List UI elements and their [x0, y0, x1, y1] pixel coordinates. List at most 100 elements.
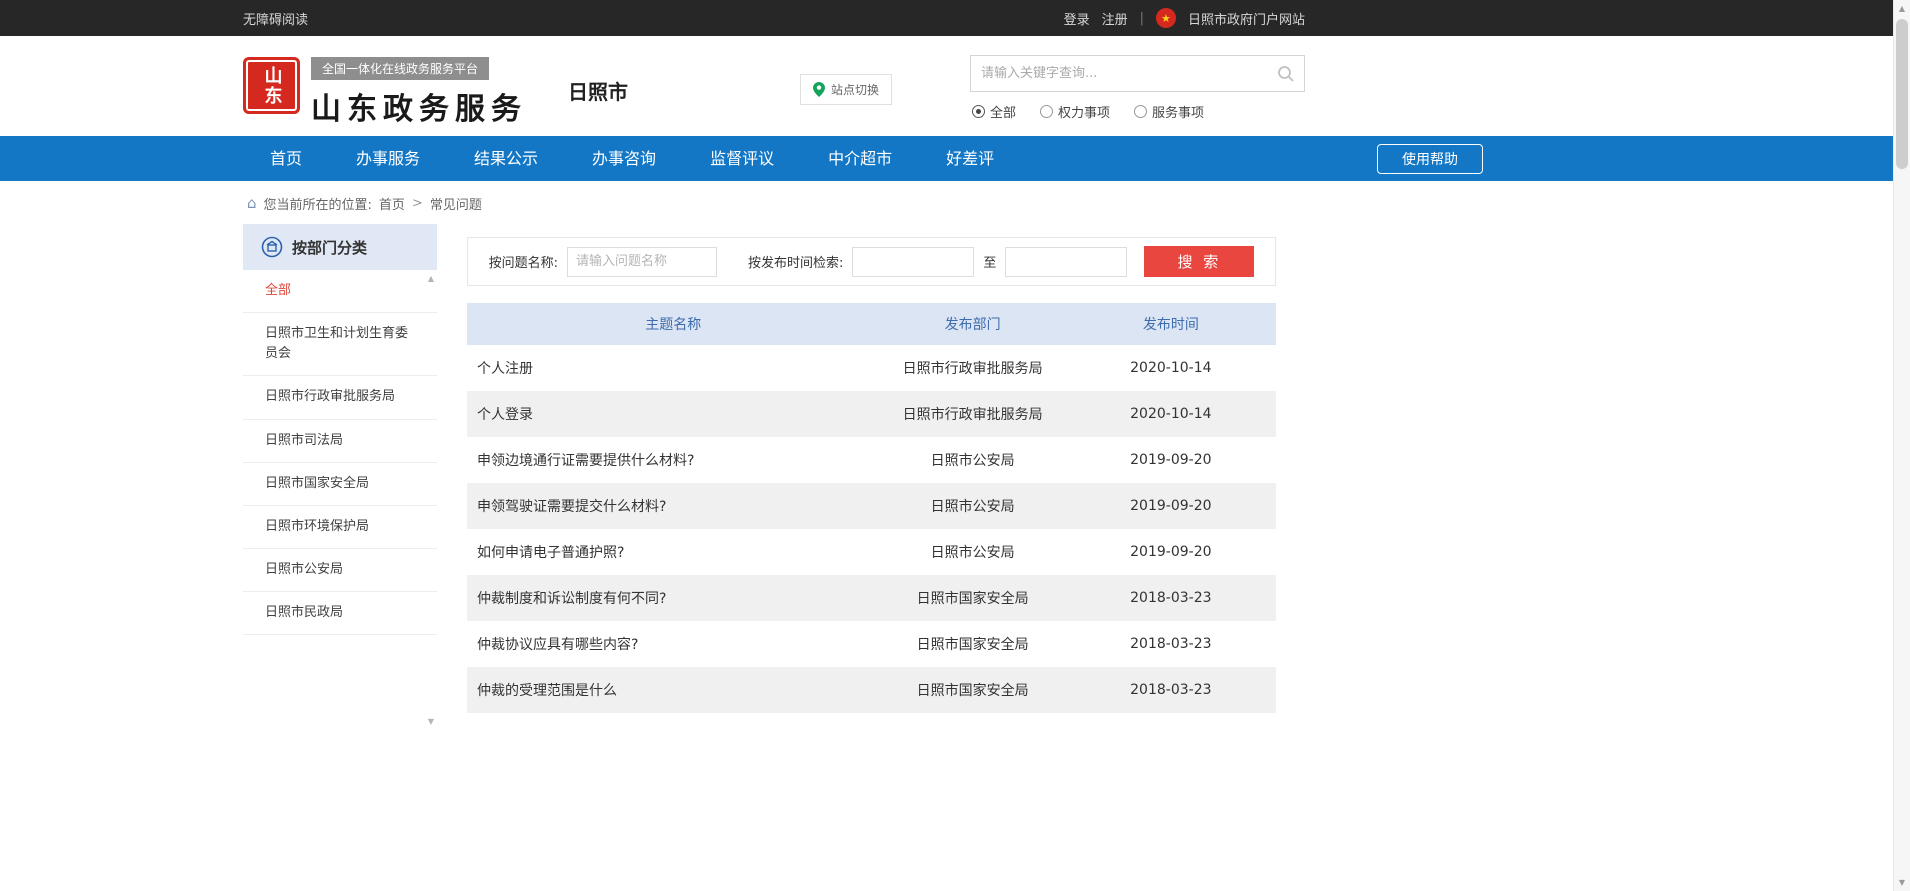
site-switch-button[interactable]: 站点切换 [800, 74, 892, 105]
department-sidebar: 按部门分类 全部日照市卫生和计划生育委员会日照市行政审批服务局日照市司法局日照市… [243, 224, 437, 730]
sidebar-scrollbar[interactable]: ▲ ▼ [425, 270, 437, 730]
faq-content: 按问题名称: 按发布时间检索: 至 搜 索 主题名称发布部门发布时间 个人注册日… [467, 224, 1276, 713]
cell-date: 2019-09-20 [1066, 483, 1276, 529]
sidebar-item[interactable]: 日照市环境保护局 [243, 506, 437, 549]
radio-dot-icon[interactable] [1040, 105, 1053, 118]
breadcrumb-separator: > [412, 196, 423, 211]
cell-title[interactable]: 如何申请电子普通护照? [467, 529, 880, 575]
cell-title[interactable]: 仲裁协议应具有哪些内容? [467, 621, 880, 667]
sidebar-title: 按部门分类 [292, 237, 367, 258]
cell-date: 2020-10-14 [1066, 391, 1276, 437]
radio-label: 服务事项 [1152, 102, 1204, 121]
cell-date: 2019-09-20 [1066, 529, 1276, 575]
brand-logo[interactable]: 山东 全国一体化在线政务服务平台 山东政务服务 [243, 57, 527, 128]
help-button[interactable]: 使用帮助 [1377, 144, 1483, 174]
date-from-input[interactable] [852, 247, 974, 277]
sidebar-scroll-down-icon[interactable]: ▼ [425, 717, 437, 726]
radio-dot-icon[interactable] [972, 105, 985, 118]
table-row[interactable]: 如何申请电子普通护照?日照市公安局2019-09-20 [467, 529, 1276, 575]
breadcrumb-current: 常见问题 [430, 194, 482, 213]
faq-table: 主题名称发布部门发布时间 个人注册日照市行政审批服务局2020-10-14个人登… [467, 303, 1276, 713]
seal-text: 山东 [259, 66, 285, 106]
cell-title[interactable]: 仲裁的受理范围是什么 [467, 667, 880, 713]
sidebar-item[interactable]: 日照市国家安全局 [243, 463, 437, 506]
breadcrumb: ⌂ 您当前所在的位置: 首页 > 常见问题 [243, 181, 1276, 224]
cell-title[interactable]: 个人注册 [467, 345, 880, 391]
nav-item[interactable]: 监督评议 [683, 136, 801, 181]
cell-dept: 日照市行政审批服务局 [880, 391, 1066, 437]
topbar-inner: 无障碍阅读 登录 注册 | ★ 日照市政府门户网站 [243, 0, 1305, 36]
date-to-label: 至 [983, 252, 996, 271]
cell-dept: 日照市国家安全局 [880, 621, 1066, 667]
table-row[interactable]: 仲裁的受理范围是什么日照市国家安全局2018-03-23 [467, 667, 1276, 713]
home-icon: ⌂ [247, 196, 257, 211]
table-row[interactable]: 个人注册日照市行政审批服务局2020-10-14 [467, 345, 1276, 391]
nav-item[interactable]: 办事服务 [329, 136, 447, 181]
sidebar-item[interactable]: 全部 [243, 270, 437, 313]
cell-title[interactable]: 申领驾驶证需要提交什么材料? [467, 483, 880, 529]
shandong-seal-logo-icon: 山东 [243, 57, 300, 114]
browser-scrollbar[interactable]: ▲ ▼ [1893, 0, 1910, 891]
question-name-input[interactable] [567, 247, 717, 277]
nav-menu: 首页办事服务结果公示办事咨询监督评议中介超市好差评 [243, 136, 1021, 181]
radio-dot-icon[interactable] [1134, 105, 1147, 118]
accessibility-link[interactable]: 无障碍阅读 [243, 9, 308, 28]
sidebar-scroll-up-icon[interactable]: ▲ [425, 274, 437, 283]
cell-title[interactable]: 仲裁制度和诉讼制度有何不同? [467, 575, 880, 621]
search-scope-radio[interactable]: 权力事项 [1040, 102, 1110, 121]
department-icon [261, 236, 283, 258]
table-row[interactable]: 仲裁协议应具有哪些内容?日照市国家安全局2018-03-23 [467, 621, 1276, 667]
scrollbar-down-icon[interactable]: ▼ [1894, 874, 1910, 891]
cell-title[interactable]: 个人登录 [467, 391, 880, 437]
brand-name: 山东政务服务 [311, 84, 527, 128]
main-content: 按部门分类 全部日照市卫生和计划生育委员会日照市行政审批服务局日照市司法局日照市… [243, 224, 1276, 730]
breadcrumb-home-link[interactable]: 首页 [379, 194, 405, 213]
site-switch-label: 站点切换 [831, 81, 879, 98]
keyword-search-input[interactable] [971, 66, 1268, 81]
cell-date: 2018-03-23 [1066, 667, 1276, 713]
sidebar-item[interactable]: 日照市行政审批服务局 [243, 376, 437, 419]
sidebar-item[interactable]: 日照市公安局 [243, 549, 437, 592]
location-pin-icon [813, 82, 825, 97]
portal-site-link[interactable]: 日照市政府门户网站 [1188, 9, 1305, 28]
table-row[interactable]: 申领边境通行证需要提供什么材料?日照市公安局2019-09-20 [467, 437, 1276, 483]
table-header-cell: 主题名称 [467, 303, 880, 345]
login-link[interactable]: 登录 [1064, 9, 1090, 28]
table-header-cell: 发布时间 [1066, 303, 1276, 345]
sidebar-list: 全部日照市卫生和计划生育委员会日照市行政审批服务局日照市司法局日照市国家安全局日… [243, 270, 437, 635]
cell-dept: 日照市国家安全局 [880, 667, 1066, 713]
cell-title[interactable]: 申领边境通行证需要提供什么材料? [467, 437, 880, 483]
sidebar-item[interactable]: 日照市民政局 [243, 592, 437, 635]
sidebar-item[interactable]: 日照市司法局 [243, 420, 437, 463]
date-range-label: 按发布时间检索: [748, 252, 843, 271]
scrollbar-thumb[interactable] [1896, 19, 1908, 169]
table-header-cell: 发布部门 [880, 303, 1066, 345]
cell-date: 2018-03-23 [1066, 621, 1276, 667]
topbar-divider: | [1140, 11, 1144, 26]
nav-item[interactable]: 首页 [243, 136, 329, 181]
cell-dept: 日照市国家安全局 [880, 575, 1066, 621]
radio-label: 权力事项 [1058, 102, 1110, 121]
search-scope-radio[interactable]: 服务事项 [1134, 102, 1204, 121]
cell-dept: 日照市公安局 [880, 437, 1066, 483]
scrollbar-up-icon[interactable]: ▲ [1894, 0, 1910, 17]
search-scope-radio[interactable]: 全部 [972, 102, 1016, 121]
nav-item[interactable]: 办事咨询 [565, 136, 683, 181]
sidebar-header: 按部门分类 [243, 224, 437, 270]
topbar: 无障碍阅读 登录 注册 | ★ 日照市政府门户网站 [0, 0, 1910, 36]
nav-item[interactable]: 结果公示 [447, 136, 565, 181]
faq-filter-bar: 按问题名称: 按发布时间检索: 至 搜 索 [467, 237, 1276, 286]
search-icon[interactable] [1268, 56, 1304, 91]
register-link[interactable]: 注册 [1102, 9, 1128, 28]
cell-dept: 日照市公安局 [880, 483, 1066, 529]
header-search-box [970, 55, 1305, 92]
cell-dept: 日照市公安局 [880, 529, 1066, 575]
faq-search-button[interactable]: 搜 索 [1144, 246, 1254, 277]
date-to-input[interactable] [1005, 247, 1127, 277]
table-row[interactable]: 个人登录日照市行政审批服务局2020-10-14 [467, 391, 1276, 437]
nav-item[interactable]: 好差评 [919, 136, 1021, 181]
table-row[interactable]: 仲裁制度和诉讼制度有何不同?日照市国家安全局2018-03-23 [467, 575, 1276, 621]
table-row[interactable]: 申领驾驶证需要提交什么材料?日照市公安局2019-09-20 [467, 483, 1276, 529]
sidebar-item[interactable]: 日照市卫生和计划生育委员会 [243, 313, 437, 376]
nav-item[interactable]: 中介超市 [801, 136, 919, 181]
